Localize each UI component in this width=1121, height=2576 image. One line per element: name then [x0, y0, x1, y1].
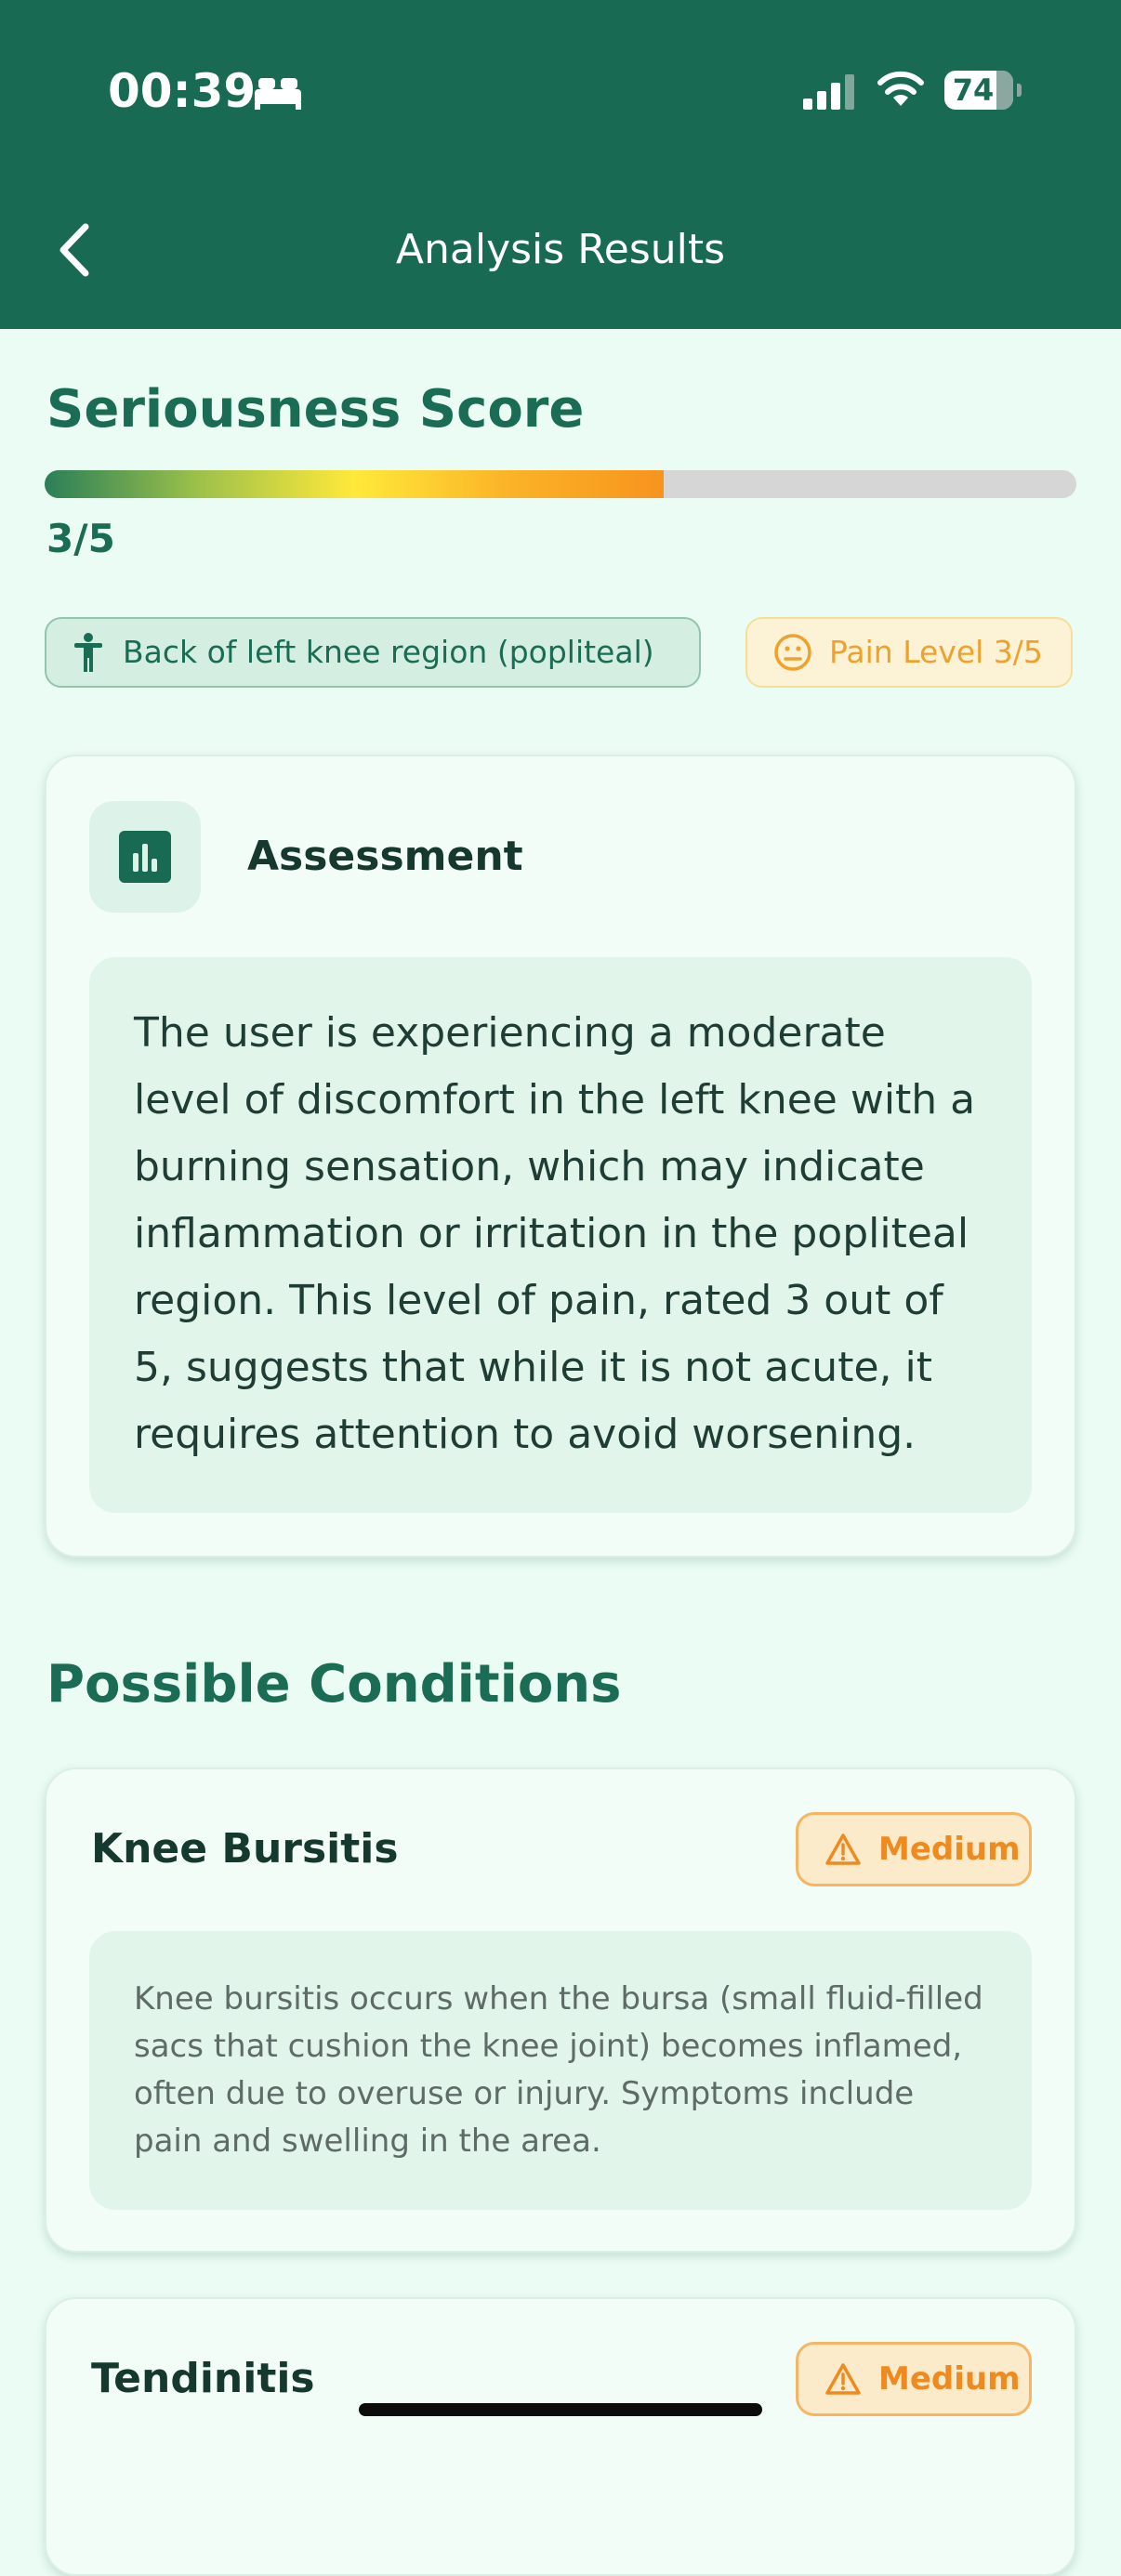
seriousness-progress-fill [45, 470, 664, 498]
condition-name: Tendinitis [91, 2355, 315, 2402]
warning-icon [825, 2363, 861, 2395]
condition-description: Knee bursitis occurs when the bursa (sma… [89, 1931, 1032, 2210]
wifi-icon [877, 71, 924, 106]
condition-name: Knee Bursitis [91, 1825, 399, 1873]
home-indicator[interactable] [359, 2403, 762, 2416]
assessment-title: Assessment [247, 833, 523, 880]
battery-level: 74 [952, 72, 995, 108]
seriousness-score-title: Seriousness Score [46, 379, 585, 440]
page-title: Analysis Results [395, 226, 726, 273]
assessment-text: The user is experiencing a moderate leve… [89, 957, 1032, 1513]
back-button[interactable] [52, 219, 104, 281]
assessment-card: Assessment The user is experiencing a mo… [45, 755, 1076, 1557]
chevron-left-icon [59, 223, 89, 277]
seriousness-score-value: 3/5 [46, 516, 115, 561]
person-icon [74, 633, 102, 672]
severity-badge: Medium [796, 2342, 1032, 2416]
cellular-signal-icon [803, 74, 854, 110]
seriousness-progress-bar [45, 470, 1076, 498]
severity-label: Medium [878, 2360, 1021, 2398]
possible-conditions-title: Possible Conditions [46, 1654, 622, 1715]
bed-icon [255, 78, 301, 110]
severity-badge: Medium [796, 1812, 1032, 1886]
assessment-icon-container [89, 801, 201, 913]
bar-chart-icon [119, 831, 171, 883]
severity-label: Medium [878, 1831, 1021, 1868]
warning-icon [825, 1833, 861, 1865]
battery-indicator: 74 [944, 71, 1022, 110]
pain-level-label: Pain Level 3/5 [829, 634, 1043, 670]
body-region-chip: Back of left knee region (popliteal) [45, 617, 701, 688]
app-header: 00:39 74 Analysis Results [0, 0, 1121, 329]
condition-card[interactable]: Knee Bursitis Medium Knee bursitis occur… [45, 1768, 1076, 2253]
pain-level-chip: Pain Level 3/5 [745, 617, 1073, 688]
condition-card[interactable]: Tendinitis Medium [45, 2297, 1076, 2576]
neutral-face-icon [774, 634, 811, 671]
body-region-label: Back of left knee region (popliteal) [123, 634, 654, 670]
status-time: 00:39 [108, 64, 257, 118]
